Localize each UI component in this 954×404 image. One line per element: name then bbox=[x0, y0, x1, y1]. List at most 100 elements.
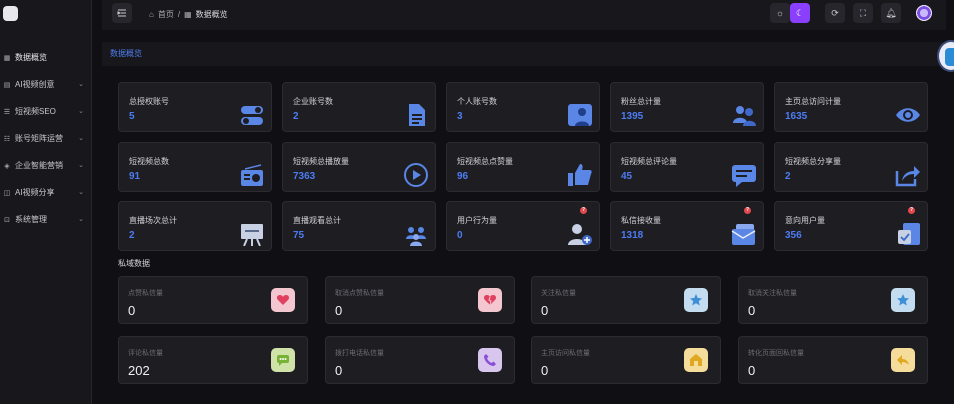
help-icon[interactable]: ? bbox=[744, 207, 751, 214]
document-icon bbox=[403, 103, 429, 127]
dark-theme-button[interactable]: ☾ bbox=[790, 3, 810, 23]
stat-card: 总授权账号 5 bbox=[118, 82, 272, 132]
stat-label: 意向用户量 bbox=[785, 216, 825, 225]
sidebar-item[interactable]: ▤ AI视频创意 ⌄ bbox=[0, 71, 92, 98]
private-stat-value: 0 bbox=[335, 363, 343, 378]
private-stat-label: 主页访问私信量 bbox=[541, 350, 590, 357]
notification-button[interactable]: 🔔︎ bbox=[881, 3, 901, 23]
sidebar-item-label: AI视频分享 bbox=[15, 188, 55, 197]
floating-assistant-icon[interactable] bbox=[937, 40, 954, 72]
play-icon bbox=[403, 163, 429, 187]
star-icon bbox=[891, 288, 915, 312]
stat-card: 主页总访问计量 1635 bbox=[774, 82, 928, 132]
chevron-down-icon: ⌄ bbox=[78, 162, 84, 169]
stat-card: 短视频总点赞量 96 bbox=[446, 142, 600, 192]
doc-icon: ▤ bbox=[3, 81, 11, 89]
home-icon bbox=[684, 348, 708, 372]
chevron-down-icon: ⌄ bbox=[78, 216, 84, 223]
stat-value: 45 bbox=[621, 171, 633, 182]
sidebar-item[interactable]: ◈ 企业智能营销 ⌄ bbox=[0, 152, 92, 179]
sidebar-nav: ▦ 数据概览 ▤ AI视频创意 ⌄ ☰ 短视频SEO ⌄ ☷ 账号矩阵运营 ⌄ ◈ 企业智能营销 ⌄ ◫ AI… bbox=[0, 44, 92, 233]
sidebar-item[interactable]: ☷ 账号矩阵运营 ⌄ bbox=[0, 125, 92, 152]
stat-card: 意向用户量 356? bbox=[774, 201, 928, 251]
phone-icon bbox=[478, 348, 502, 372]
private-stat-value: 202 bbox=[128, 363, 150, 378]
private-stat-label: 评论私信量 bbox=[128, 350, 163, 357]
private-stat-label: 取消点赞私信量 bbox=[335, 290, 384, 297]
share-arrow-icon bbox=[895, 163, 921, 187]
stat-label: 企业账号数 bbox=[293, 97, 333, 106]
tab-bar: 数据概览 bbox=[102, 42, 946, 66]
reply-icon bbox=[891, 348, 915, 372]
sidebar-item[interactable]: ▦ 数据概览 bbox=[0, 44, 92, 71]
mail-icon bbox=[731, 222, 757, 246]
sidebar-item-label: 账号矩阵运营 bbox=[15, 134, 63, 143]
stat-value: 2 bbox=[785, 171, 791, 182]
chat-icon bbox=[271, 348, 295, 372]
eye-icon bbox=[895, 103, 921, 127]
private-stat-label: 取消关注私信量 bbox=[748, 290, 797, 297]
heart-icon bbox=[271, 288, 295, 312]
stat-card: 短视频总分享量 2 bbox=[774, 142, 928, 192]
stat-card: 短视频总数 91 bbox=[118, 142, 272, 192]
refresh-icon: ⟳ bbox=[831, 7, 839, 18]
top-header: ⌂ 首页 / ▦ 数据概览 ☼ ☾ ⟳ ⛶ 🔔︎ bbox=[102, 0, 946, 30]
tab-overview[interactable]: 数据概览 bbox=[110, 48, 142, 59]
stat-card: 个人账号数 3 bbox=[446, 82, 600, 132]
private-stat-value: 0 bbox=[541, 363, 549, 378]
private-stat-card: 取消点赞私信量 0 bbox=[325, 276, 515, 324]
stat-label: 用户行为量 bbox=[457, 216, 497, 225]
sidebar: ▦ 数据概览 ▤ AI视频创意 ⌄ ☰ 短视频SEO ⌄ ☷ 账号矩阵运营 ⌄ ◈ 企业智能营销 ⌄ ◫ AI… bbox=[0, 0, 92, 404]
stat-label: 短视频总播放量 bbox=[293, 157, 349, 166]
star-icon bbox=[684, 288, 708, 312]
stat-label: 总授权账号 bbox=[129, 97, 169, 106]
radio-icon bbox=[239, 163, 265, 187]
sidebar-item[interactable]: ☰ 短视频SEO ⌄ bbox=[0, 98, 92, 125]
refresh-button[interactable]: ⟳ bbox=[825, 3, 845, 23]
sidebar-item-label: 短视频SEO bbox=[15, 107, 56, 116]
users-icon bbox=[731, 103, 757, 127]
private-stat-label: 点赞私信量 bbox=[128, 290, 163, 297]
stat-card: 企业账号数 2 bbox=[282, 82, 436, 132]
private-stat-card: 点赞私信量 0 bbox=[118, 276, 308, 324]
sidebar-item-label: AI视频创意 bbox=[15, 80, 55, 89]
chevron-down-icon: ⌄ bbox=[78, 135, 84, 142]
fullscreen-button[interactable]: ⛶ bbox=[853, 3, 873, 23]
light-theme-button[interactable]: ☼ bbox=[770, 3, 790, 23]
stat-value: 7363 bbox=[293, 171, 316, 182]
private-section-title: 私域数据 bbox=[118, 259, 150, 268]
stat-value: 2 bbox=[293, 111, 299, 122]
sidebar-item[interactable]: ⊡ 系统管理 ⌄ bbox=[0, 206, 92, 233]
private-stat-label: 转化页面回私信量 bbox=[748, 350, 804, 357]
stat-value: 2 bbox=[129, 230, 135, 241]
private-stat-value: 0 bbox=[748, 303, 756, 318]
help-icon[interactable]: ? bbox=[908, 207, 915, 214]
app-logo[interactable] bbox=[3, 6, 18, 21]
user-avatar[interactable] bbox=[916, 5, 932, 21]
app-root: ▦ 数据概览 ▤ AI视频创意 ⌄ ☰ 短视频SEO ⌄ ☷ 账号矩阵运营 ⌄ ◈ 企业智能营销 ⌄ ◫ AI… bbox=[0, 0, 954, 404]
private-stat-card: 关注私信量 0 bbox=[531, 276, 721, 324]
megaphone-icon: ◈ bbox=[4, 162, 10, 170]
audience-icon bbox=[403, 222, 429, 246]
stat-label: 直播观看总计 bbox=[293, 216, 341, 225]
stat-value: 0 bbox=[457, 230, 463, 241]
stat-label: 私信接收量 bbox=[621, 216, 661, 225]
stat-card: 粉丝总计量 1395 bbox=[610, 82, 764, 132]
stat-label: 主页总访问计量 bbox=[785, 97, 841, 106]
collapse-menu-button[interactable] bbox=[112, 3, 132, 23]
sidebar-item-label: 企业智能营销 bbox=[15, 161, 63, 170]
private-stat-label: 关注私信量 bbox=[541, 290, 576, 297]
stat-value: 91 bbox=[129, 171, 141, 182]
stat-value: 3 bbox=[457, 111, 463, 122]
help-icon[interactable]: ? bbox=[580, 207, 587, 214]
sidebar-item[interactable]: ◫ AI视频分享 ⌄ bbox=[0, 179, 92, 206]
breadcrumb-separator: / bbox=[177, 10, 181, 19]
stat-value: 75 bbox=[293, 230, 305, 241]
chevron-down-icon: ⌄ bbox=[78, 108, 84, 115]
breadcrumb-home[interactable]: 首页 bbox=[158, 9, 174, 20]
private-stat-value: 0 bbox=[748, 363, 756, 378]
private-stat-value: 0 bbox=[335, 303, 343, 318]
grid-icon: ▦ bbox=[3, 54, 11, 62]
broken-heart-icon bbox=[478, 288, 502, 312]
stat-card: 直播场次总计 2 bbox=[118, 201, 272, 251]
